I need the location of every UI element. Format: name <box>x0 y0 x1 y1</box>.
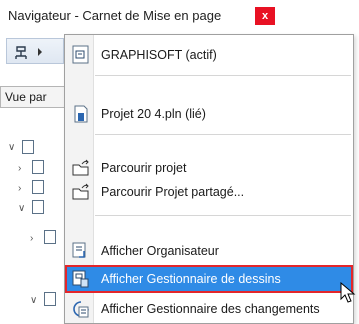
menu-item-afficher-gestionnaire-dessins[interactable]: Afficher Gestionnaire de dessins <box>65 265 353 293</box>
tree-node-icon <box>44 292 56 306</box>
tree-node-icon <box>32 160 44 174</box>
change-manager-icon <box>73 301 89 318</box>
menu-item-label: Afficher Gestionnaire des changements <box>101 302 320 316</box>
teamwork-icon <box>72 45 89 64</box>
close-button[interactable]: x <box>255 7 275 25</box>
navigator-dropdown-menu: GRAPHISOFT (actif) Projet 20 4.pln (lié)… <box>64 34 354 324</box>
mouse-cursor-icon <box>340 282 356 303</box>
menu-separator <box>95 75 351 76</box>
tree-node-icon <box>32 180 44 194</box>
chevron-right-icon[interactable]: › <box>18 163 21 174</box>
menu-item-label: Projet 20 4.pln (lié) <box>101 107 206 121</box>
title-bar: Navigateur - Carnet de Mise en page x <box>0 0 359 30</box>
menu-item-label: GRAPHISOFT (actif) <box>101 48 217 62</box>
chevron-down-icon[interactable]: ∨ <box>8 142 15 153</box>
tree-node-icon <box>22 140 34 154</box>
tab-vue-par[interactable]: Vue par <box>0 86 70 108</box>
chevron-right-icon[interactable]: › <box>30 233 33 244</box>
menu-item-graphisoft[interactable]: GRAPHISOFT (actif) <box>67 43 351 67</box>
window-title: Navigateur - Carnet de Mise en page <box>8 8 222 23</box>
menu-separator <box>95 215 351 216</box>
menu-item-parcourir-partage[interactable]: Parcourir Projet partagé... <box>67 180 351 204</box>
tree-node-icon <box>32 200 44 214</box>
menu-item-parcourir-projet[interactable]: Parcourir projet <box>67 156 351 180</box>
menu-separator <box>95 134 351 135</box>
navigator-popup-button[interactable] <box>6 38 64 64</box>
project-file-icon <box>74 105 88 123</box>
browse-shared-icon <box>72 183 89 200</box>
chevron-right-icon[interactable]: › <box>18 183 21 194</box>
menu-item-label: Afficher Gestionnaire de dessins <box>101 272 281 286</box>
chevron-down-icon[interactable]: ∨ <box>30 295 37 306</box>
drawing-manager-icon <box>72 270 89 288</box>
menu-item-projet-lie[interactable]: Projet 20 4.pln (lié) <box>67 102 351 126</box>
menu-item-afficher-organisateur[interactable]: Afficher Organisateur <box>67 239 351 263</box>
project-map-icon <box>15 46 42 59</box>
browse-folder-icon <box>72 159 89 176</box>
menu-item-label: Parcourir projet <box>101 161 187 175</box>
menu-item-label: Afficher Organisateur <box>101 244 219 258</box>
organizer-icon <box>72 242 86 258</box>
tree-node-icon <box>44 230 56 244</box>
menu-item-label: Parcourir Projet partagé... <box>101 185 245 199</box>
chevron-down-icon[interactable]: ∨ <box>18 203 25 214</box>
navigator-panel: Vue par ∨ › › ∨ › ∨ <box>0 30 70 324</box>
menu-item-afficher-gestionnaire-changements[interactable]: Afficher Gestionnaire des changements <box>67 297 351 321</box>
